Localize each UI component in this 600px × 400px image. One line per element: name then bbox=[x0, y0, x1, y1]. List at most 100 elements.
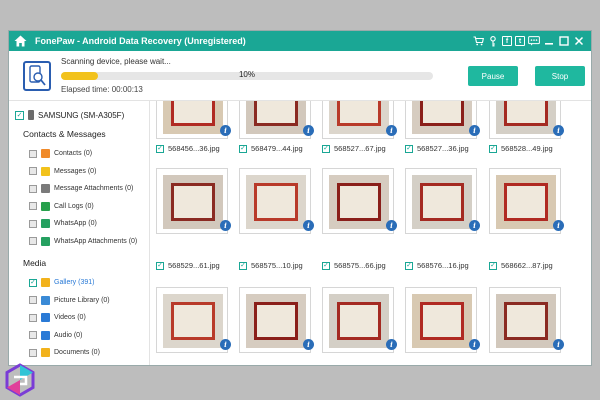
info-icon[interactable]: i bbox=[220, 220, 231, 231]
contacts-item-checkbox[interactable] bbox=[29, 184, 37, 193]
photo-caption[interactable]: 568529...61.jpg bbox=[156, 261, 220, 270]
photo-checkbox[interactable] bbox=[156, 144, 164, 153]
photo-thumbnail[interactable]: i bbox=[489, 287, 564, 353]
info-icon[interactable]: i bbox=[303, 339, 314, 350]
photo-checkbox[interactable] bbox=[405, 261, 413, 270]
photo-thumbnail[interactable]: i bbox=[489, 168, 564, 234]
photo-filename: 568479...44.jpg bbox=[251, 144, 303, 153]
info-icon[interactable]: i bbox=[469, 125, 480, 136]
photo-frame bbox=[171, 302, 215, 340]
contacts-item-checkbox[interactable] bbox=[29, 237, 37, 246]
photo-filename: 568527...67.jpg bbox=[334, 144, 386, 153]
contacts-item-checkbox[interactable] bbox=[29, 219, 37, 228]
media-item-checkbox[interactable] bbox=[29, 296, 37, 305]
photo-thumbnail[interactable]: i bbox=[239, 101, 314, 139]
photo-caption[interactable]: 568456...36.jpg bbox=[156, 144, 220, 153]
photo-caption[interactable]: 568479...44.jpg bbox=[239, 144, 303, 153]
photo-thumbnail[interactable]: i bbox=[239, 287, 314, 353]
info-icon[interactable]: i bbox=[386, 125, 397, 136]
photo-frame bbox=[504, 101, 548, 126]
info-icon[interactable]: i bbox=[386, 339, 397, 350]
media-item[interactable]: Gallery (391) bbox=[29, 274, 149, 292]
stop-button[interactable]: Stop bbox=[535, 66, 585, 86]
device-row[interactable]: SAMSUNG (SM-A305F) bbox=[15, 107, 149, 123]
scan-panel: Scanning device, please wait... 10% Elap… bbox=[9, 51, 591, 101]
chat-icon[interactable] bbox=[528, 35, 540, 47]
photo-checkbox[interactable] bbox=[239, 144, 247, 153]
contacts-item-label: Contacts (0) bbox=[54, 150, 93, 158]
photo-caption[interactable]: 568575...10.jpg bbox=[239, 261, 303, 270]
media-item-checkbox[interactable] bbox=[29, 278, 37, 287]
close-icon[interactable] bbox=[573, 35, 585, 47]
photo-caption[interactable]: 568575...66.jpg bbox=[322, 261, 386, 270]
device-checkbox[interactable] bbox=[15, 110, 24, 120]
photo-checkbox[interactable] bbox=[489, 144, 497, 153]
photo-checkbox[interactable] bbox=[322, 261, 330, 270]
photo-thumbnail[interactable]: i bbox=[405, 101, 480, 139]
photo-checkbox[interactable] bbox=[322, 144, 330, 153]
photo-checkbox[interactable] bbox=[239, 261, 247, 270]
info-icon[interactable]: i bbox=[220, 339, 231, 350]
videos-icon bbox=[41, 313, 50, 323]
contacts-item-label: WhatsApp Attachments (0) bbox=[54, 237, 138, 245]
media-item-checkbox[interactable] bbox=[29, 348, 37, 357]
media-item[interactable]: Documents (0) bbox=[29, 344, 149, 362]
photo-frame bbox=[504, 302, 548, 340]
media-item[interactable]: Audio (0) bbox=[29, 327, 149, 345]
photo-checkbox[interactable] bbox=[489, 261, 497, 270]
info-icon[interactable]: i bbox=[303, 125, 314, 136]
info-icon[interactable]: i bbox=[469, 339, 480, 350]
photo-caption[interactable]: 568528...49.jpg bbox=[489, 144, 553, 153]
twitter-icon[interactable]: t bbox=[515, 36, 525, 46]
photo-thumbnail[interactable]: i bbox=[489, 101, 564, 139]
photo-thumbnail[interactable]: i bbox=[405, 287, 480, 353]
photo-caption[interactable]: 568576...16.jpg bbox=[405, 261, 469, 270]
photo-checkbox[interactable] bbox=[405, 144, 413, 153]
photo-thumbnail[interactable]: i bbox=[322, 287, 397, 353]
cart-icon[interactable] bbox=[472, 35, 484, 47]
photo-checkbox[interactable] bbox=[156, 261, 164, 270]
contacts-item-checkbox[interactable] bbox=[29, 202, 37, 211]
media-item[interactable]: Picture Library (0) bbox=[29, 292, 149, 310]
photo-thumbnail[interactable]: i bbox=[156, 287, 231, 353]
photo-frame bbox=[171, 101, 215, 126]
key-icon[interactable] bbox=[487, 35, 499, 47]
contacts-item[interactable]: WhatsApp Attachments (0) bbox=[29, 233, 149, 251]
info-icon[interactable]: i bbox=[220, 125, 231, 136]
info-icon[interactable]: i bbox=[553, 339, 564, 350]
photo-thumbnail[interactable]: i bbox=[156, 101, 231, 139]
contacts-item[interactable]: Message Attachments (0) bbox=[29, 180, 149, 198]
home-icon[interactable] bbox=[9, 31, 31, 51]
facebook-icon[interactable]: f bbox=[502, 36, 512, 46]
photo-thumbnail[interactable]: i bbox=[322, 101, 397, 139]
photo-thumbnail[interactable]: i bbox=[156, 168, 231, 234]
contacts-item[interactable]: Contacts (0) bbox=[29, 145, 149, 163]
photo-thumbnail[interactable]: i bbox=[405, 168, 480, 234]
contacts-item-checkbox[interactable] bbox=[29, 167, 37, 176]
info-icon[interactable]: i bbox=[553, 125, 564, 136]
info-icon[interactable]: i bbox=[553, 220, 564, 231]
photo-image bbox=[329, 101, 389, 134]
photo-image bbox=[496, 175, 556, 229]
contacts-item[interactable]: WhatsApp (0) bbox=[29, 215, 149, 233]
minimize-icon[interactable] bbox=[543, 35, 555, 47]
media-item-checkbox[interactable] bbox=[29, 331, 37, 340]
contacts-item[interactable]: Call Logs (0) bbox=[29, 198, 149, 216]
photo-caption[interactable]: 568527...67.jpg bbox=[322, 144, 386, 153]
contacts-item-checkbox[interactable] bbox=[29, 149, 37, 158]
media-item-checkbox[interactable] bbox=[29, 313, 37, 322]
photo-thumbnail[interactable]: i bbox=[239, 168, 314, 234]
photo-image bbox=[246, 101, 306, 134]
photo-caption[interactable]: 568662...87.jpg bbox=[489, 261, 553, 270]
info-icon[interactable]: i bbox=[386, 220, 397, 231]
maximize-icon[interactable] bbox=[558, 35, 570, 47]
media-item-label: Videos (0) bbox=[54, 314, 86, 322]
attachments-icon bbox=[41, 184, 50, 194]
info-icon[interactable]: i bbox=[469, 220, 480, 231]
info-icon[interactable]: i bbox=[303, 220, 314, 231]
contacts-item[interactable]: Messages (0) bbox=[29, 163, 149, 181]
media-item[interactable]: Videos (0) bbox=[29, 309, 149, 327]
pause-button[interactable]: Pause bbox=[468, 66, 518, 86]
photo-thumbnail[interactable]: i bbox=[322, 168, 397, 234]
photo-caption[interactable]: 568527...36.jpg bbox=[405, 144, 469, 153]
